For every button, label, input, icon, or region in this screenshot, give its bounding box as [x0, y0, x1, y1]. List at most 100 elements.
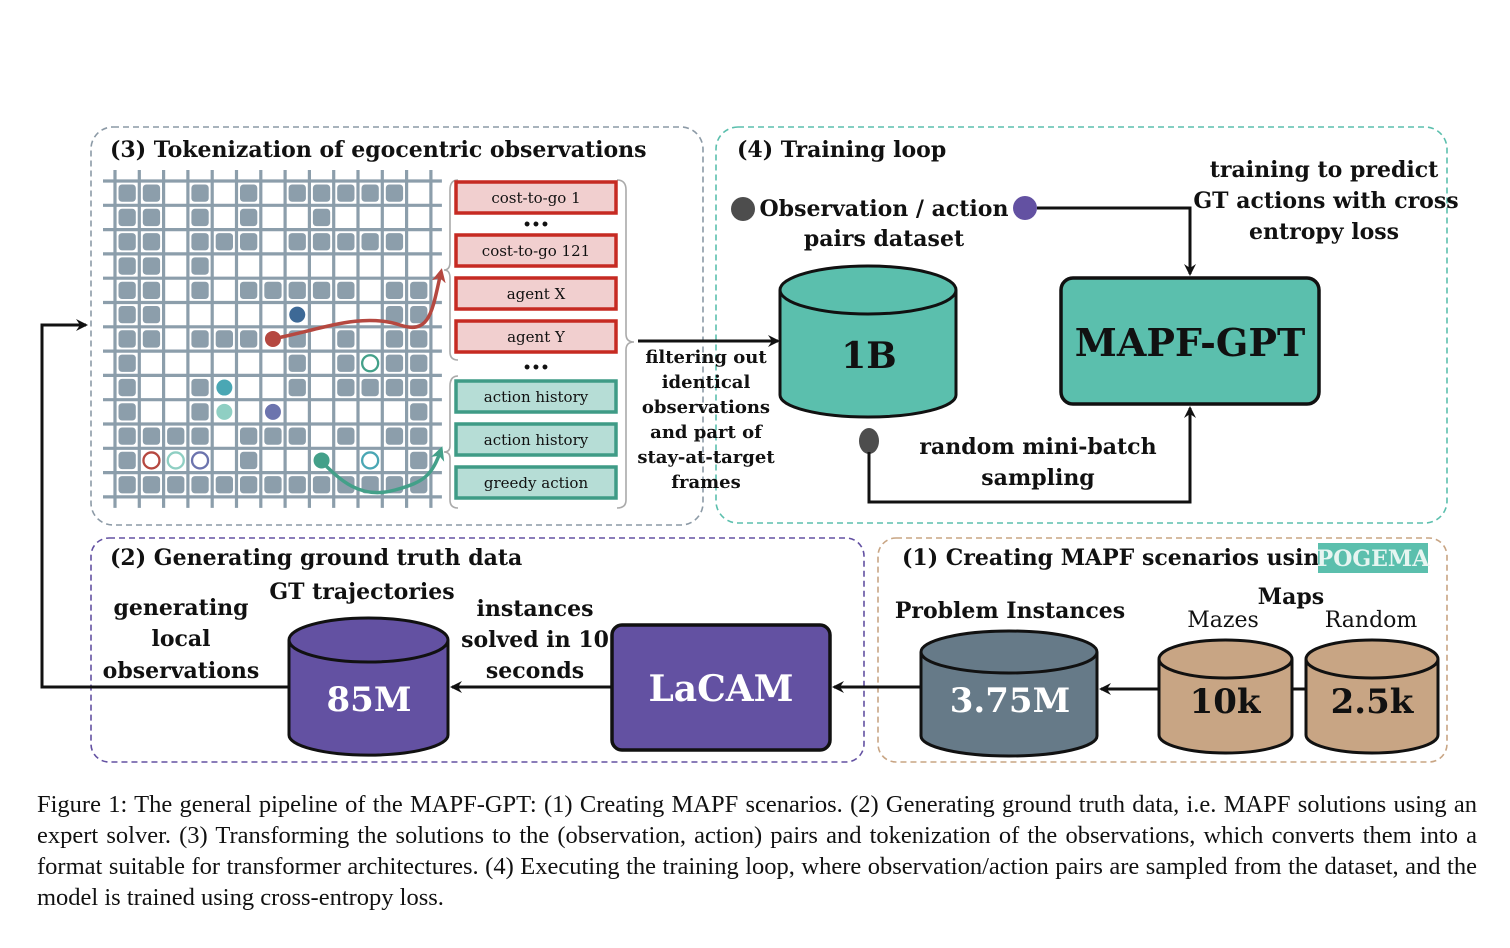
grid-obstacle [240, 451, 258, 470]
token-label: action history [484, 431, 589, 449]
grid-obstacle [118, 306, 136, 324]
mazes-label: Mazes [1187, 608, 1259, 633]
grid-obstacle [264, 281, 282, 299]
grid-obstacle [385, 281, 404, 299]
grid-obstacle [410, 330, 428, 348]
grid-obstacle [361, 378, 379, 397]
dataset-label-line-1: Observation / action [760, 196, 1009, 222]
token-label: agent X [507, 285, 566, 303]
token-agent-X: agent X [454, 276, 618, 311]
grid-obstacle [240, 330, 258, 348]
local-obs-line-1: generating [113, 595, 248, 621]
grid-obstacle [142, 476, 161, 494]
token-action-history: action history [454, 422, 618, 457]
token-label: cost-to-go 121 [482, 242, 590, 260]
grid-obstacle [410, 427, 428, 445]
sampling-gray-dot [859, 428, 879, 454]
grid-obstacle [118, 281, 136, 299]
sampling-text-line-1: random mini-batch [919, 434, 1156, 460]
grid-obstacle [118, 354, 136, 372]
grid-obstacle [288, 476, 306, 494]
grid-obstacle [118, 233, 136, 251]
goal-lightteal-marker [166, 451, 185, 470]
grid-obstacle [142, 306, 161, 324]
grid-obstacle [142, 184, 161, 202]
pogema-badge: POGEMA [1317, 546, 1431, 572]
dataset-to-model-arrow [1037, 206, 1196, 276]
grid-obstacle [191, 330, 209, 348]
brace-all-tokens [616, 179, 635, 509]
token-label: greedy action [484, 474, 589, 492]
figure-caption: Figure 1: The general pipeline of the MA… [37, 791, 1477, 911]
grid-obstacle [118, 257, 136, 275]
grid-obstacle [385, 330, 404, 348]
token-label: action history [484, 388, 589, 406]
solved-text-line-1: instances [477, 596, 594, 622]
grid-obstacle [312, 208, 331, 227]
grid-obstacle [288, 354, 306, 372]
agent-lightteal-marker [216, 403, 233, 420]
agent-purple-marker [264, 403, 281, 420]
grid-obstacle [312, 476, 331, 494]
training-text-line-3: entropy loss [1249, 219, 1399, 245]
grid-obstacle [191, 184, 209, 202]
grid-obstacle [410, 378, 428, 397]
sampling-text-line-2: sampling [981, 465, 1094, 491]
grid-obstacle [167, 476, 185, 494]
grid-obstacle [118, 451, 136, 470]
filter-text-line: filtering out [645, 347, 767, 368]
problem-instances-value: 3.75M [950, 681, 1070, 721]
token-greedy-action: greedy action [454, 465, 618, 500]
goal-purple-marker [190, 451, 210, 470]
grid-obstacle [264, 476, 282, 494]
grid-obstacle [191, 403, 209, 421]
solved-text-line-3: seconds [486, 658, 584, 684]
mapf-gpt-label: MAPF-GPT [1075, 320, 1305, 365]
grid-obstacle [385, 184, 404, 202]
grid-obstacle [118, 476, 136, 494]
grid-obstacle [240, 233, 258, 251]
filter-text-line: frames [671, 472, 741, 493]
solved-text-line-2: solved in 10 [461, 627, 609, 653]
grid-obstacle [410, 451, 428, 470]
dataset-gray-dot [731, 197, 755, 221]
goal-teal-marker [360, 451, 380, 470]
grid-obstacle [142, 330, 161, 348]
section-1-title: (1) Creating MAPF scenarios using [902, 545, 1335, 571]
section-4-title: (4) Training loop [737, 137, 946, 163]
grid-obstacle [410, 354, 428, 372]
grid-obstacle [118, 378, 136, 397]
grid-obstacle [288, 184, 306, 202]
filter-text-line: identical [662, 372, 751, 393]
agent-blue-marker [289, 306, 306, 323]
token-agent-Y: agent Y [454, 319, 618, 354]
grid-obstacle [191, 378, 209, 397]
grid-obstacle [118, 330, 136, 348]
grid-obstacle [215, 476, 233, 494]
mazes-value: 10k [1190, 682, 1262, 722]
ellipsis-1: ••• [523, 217, 550, 233]
dataset-label-line-2: pairs dataset [804, 226, 965, 252]
problem-instances-label: Problem Instances [895, 598, 1125, 624]
grid-obstacle [118, 427, 136, 445]
training-text-line-1: training to predict [1210, 157, 1439, 183]
grid-obstacle [288, 233, 306, 251]
grid-obstacle [337, 184, 355, 202]
token-action-history: action history [454, 379, 618, 414]
grid-obstacle [337, 233, 355, 251]
random-label: Random [1325, 608, 1418, 633]
local-obs-line-2: local [151, 626, 210, 652]
filter-text-line: stay-at-target [637, 447, 775, 468]
maps-label: Maps [1258, 584, 1324, 610]
grid-obstacle [337, 330, 355, 348]
grid-obstacle [142, 208, 161, 227]
goal-green-marker [360, 354, 380, 373]
grid-obstacle [361, 184, 379, 202]
token-cost-to-go-121: cost-to-go 121 [454, 233, 618, 268]
grid-obstacle [337, 378, 355, 397]
local-obs-line-3: observations [103, 658, 260, 684]
grid-obstacle [191, 427, 209, 445]
lacam-label: LaCAM [648, 668, 793, 710]
filter-text-line: and part of [650, 422, 763, 443]
grid-obstacle [288, 378, 306, 397]
